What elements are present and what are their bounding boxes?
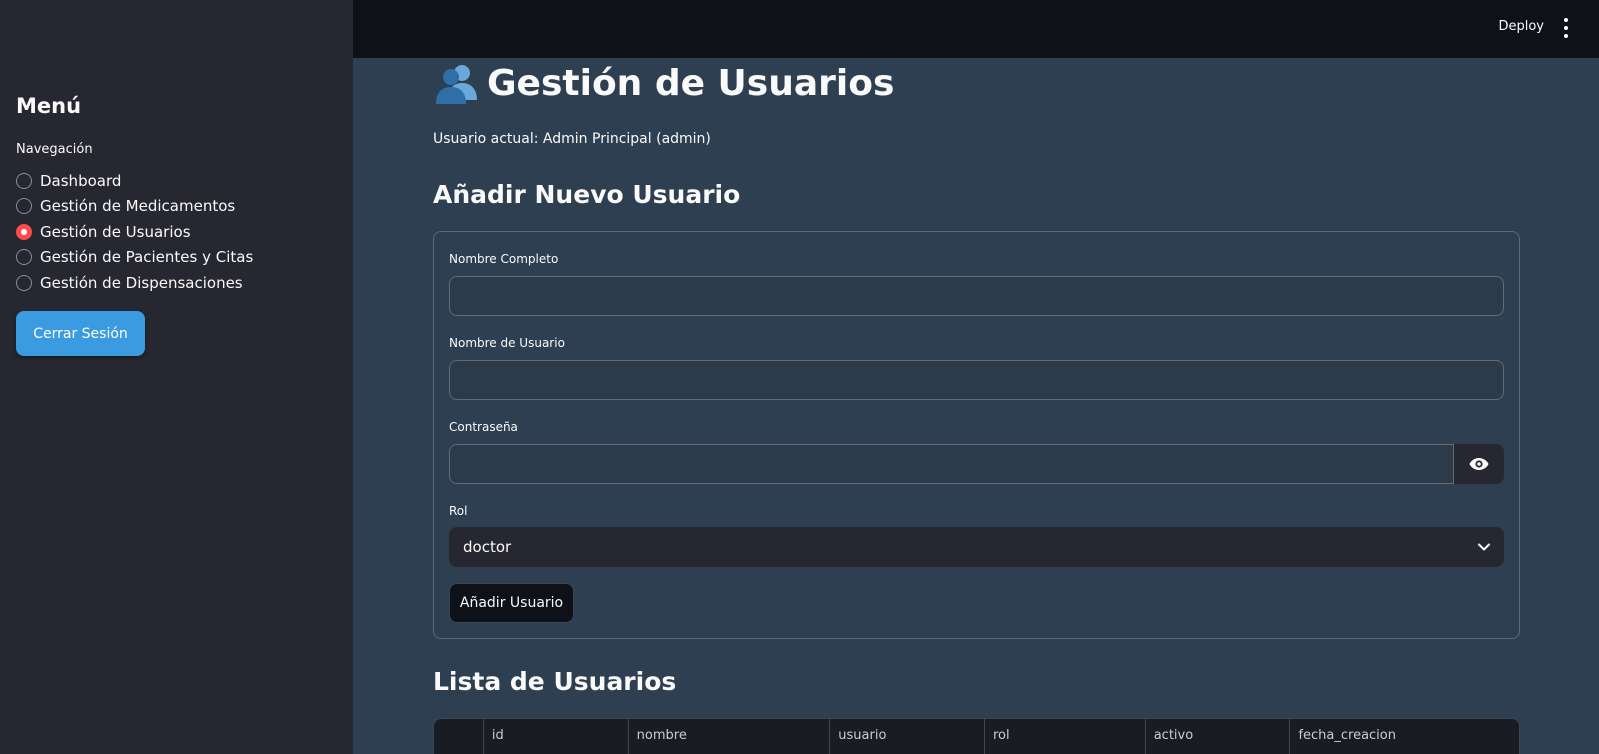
full-name-label: Nombre Completo xyxy=(449,252,559,266)
radio-button-icon[interactable] xyxy=(16,173,32,189)
add-user-section-title: Añadir Nuevo Usuario xyxy=(433,180,741,209)
nav-radio-usuarios[interactable]: Gestión de Usuarios xyxy=(16,221,191,243)
radio-button-icon[interactable] xyxy=(16,275,32,291)
logout-button[interactable]: Cerrar Sesión xyxy=(16,311,145,356)
nav-radio-label: Dashboard xyxy=(40,172,122,190)
role-label: Rol xyxy=(449,504,468,518)
user-list-section-title: Lista de Usuarios xyxy=(433,667,677,696)
eye-icon xyxy=(1469,458,1489,470)
chevron-down-icon xyxy=(1478,543,1490,551)
table-header-activo[interactable]: activo xyxy=(1146,719,1291,754)
radio-button-selected-icon[interactable] xyxy=(16,224,32,240)
show-password-button[interactable] xyxy=(1454,444,1504,484)
sidebar-title: Menú xyxy=(16,94,82,118)
role-select-value: doctor xyxy=(463,538,512,556)
password-input[interactable] xyxy=(449,444,1454,484)
users-table[interactable]: id nombre usuario rol activo fecha_creac… xyxy=(433,718,1520,754)
top-header: Deploy xyxy=(353,0,1599,58)
deploy-button[interactable]: Deploy xyxy=(1498,19,1544,34)
nav-radio-label: Gestión de Usuarios xyxy=(40,223,191,241)
full-name-input[interactable] xyxy=(449,276,1504,316)
table-header-rol[interactable]: rol xyxy=(985,719,1146,754)
users-icon xyxy=(436,65,477,104)
role-select[interactable]: doctor xyxy=(449,527,1504,567)
nav-radio-label: Gestión de Medicamentos xyxy=(40,197,236,215)
username-label: Nombre de Usuario xyxy=(449,336,565,350)
page-title: Gestión de Usuarios xyxy=(487,62,895,104)
radio-button-icon[interactable] xyxy=(16,198,32,214)
nav-radio-dispensaciones[interactable]: Gestión de Dispensaciones xyxy=(16,272,243,294)
nav-radio-medicamentos[interactable]: Gestión de Medicamentos xyxy=(16,195,235,217)
table-header-row: id nombre usuario rol activo fecha_creac… xyxy=(434,719,1519,754)
sidebar: Menú Navegación Dashboard Gestión de Med… xyxy=(0,0,353,754)
username-input[interactable] xyxy=(449,360,1504,400)
current-user-text: Usuario actual: Admin Principal (admin) xyxy=(433,131,711,147)
password-label: Contraseña xyxy=(449,420,518,434)
add-user-form: Nombre Completo Nombre de Usuario Contra… xyxy=(433,231,1520,639)
table-header-fecha-creacion[interactable]: fecha_creacion xyxy=(1290,719,1519,754)
navigation-label: Navegación xyxy=(16,142,93,157)
page-title-row: Gestión de Usuarios xyxy=(433,60,894,106)
nav-radio-pacientes-citas[interactable]: Gestión de Pacientes y Citas xyxy=(16,246,253,268)
nav-radio-label: Gestión de Dispensaciones xyxy=(40,274,243,292)
radio-button-icon[interactable] xyxy=(16,249,32,265)
kebab-menu-icon[interactable] xyxy=(1557,18,1575,38)
nav-radio-dashboard[interactable]: Dashboard xyxy=(16,170,121,192)
table-header-index[interactable] xyxy=(434,719,484,754)
nav-radio-label: Gestión de Pacientes y Citas xyxy=(40,248,254,266)
table-header-usuario[interactable]: usuario xyxy=(830,719,985,754)
add-user-button[interactable]: Añadir Usuario xyxy=(449,583,574,623)
table-header-id[interactable]: id xyxy=(484,719,629,754)
table-header-nombre[interactable]: nombre xyxy=(629,719,831,754)
